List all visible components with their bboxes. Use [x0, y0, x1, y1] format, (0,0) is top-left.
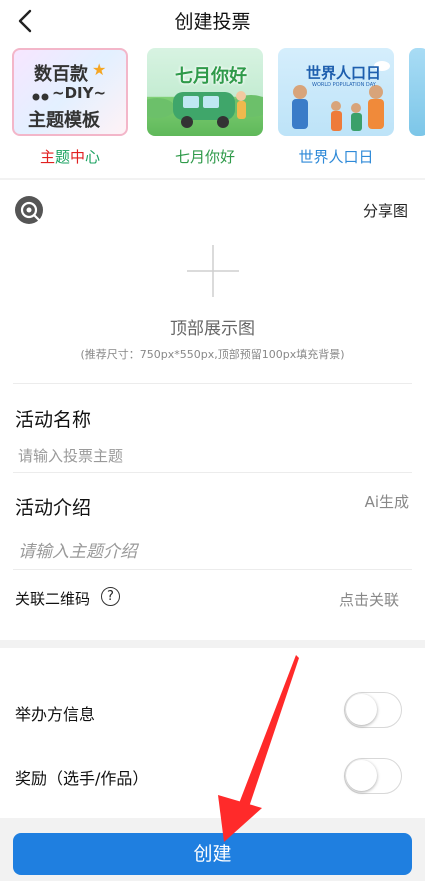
divider — [13, 569, 412, 570]
template-strip[interactable]: 数百款 ★ ~DIY~ 主题模板 七月你好 世界人口日 WORLD POPULA… — [0, 40, 425, 178]
label-char: 心 — [85, 148, 101, 166]
thumb-population-sub: WORLD POPULATION DAY — [312, 82, 376, 88]
template-label-population-day[interactable]: 世界人口日 — [271, 146, 401, 167]
settings-card: 举办方信息 奖励（选手/作品） — [0, 648, 425, 818]
thumb-line-3: 主题模板 — [28, 110, 100, 131]
create-button[interactable]: 创建 — [13, 833, 412, 875]
organizer-toggle[interactable] — [344, 692, 402, 728]
template-thumb-population-day[interactable]: 世界人口日 WORLD POPULATION DAY — [278, 48, 394, 136]
toggle-knob — [346, 760, 377, 791]
organizer-label: 举办方信息 — [15, 705, 96, 724]
thumb-population-title: 世界人口日 — [306, 64, 382, 82]
page-title: 创建投票 — [174, 11, 251, 33]
template-thumb-theme-center[interactable]: 数百款 ★ ~DIY~ 主题模板 — [12, 48, 128, 136]
help-icon-glyph: ? — [107, 589, 114, 604]
header: 创建投票 — [0, 0, 425, 40]
share-image-button[interactable]: 分享图 — [363, 200, 408, 221]
qrcode-label: 关联二维码 — [15, 590, 91, 608]
thumb-line-1: 数百款 — [34, 64, 88, 85]
thumb-line-2: ~DIY~ — [52, 84, 107, 102]
activity-name-label: 活动名称 — [15, 409, 92, 431]
activity-intro-input[interactable]: 请输入主题介绍 — [18, 537, 408, 562]
eyes-icon — [32, 87, 50, 106]
upload-hint: (推荐尺寸：750px*550px,顶部预留100px填充背景) — [80, 348, 345, 361]
ai-generate-button[interactable]: Ai生成 — [365, 491, 409, 512]
share-image-icon[interactable] — [14, 195, 44, 229]
template-label-theme-center[interactable]: 主题中心 — [5, 146, 135, 167]
divider — [13, 472, 412, 473]
divider — [13, 383, 412, 384]
upload-area[interactable]: 顶部展示图 (推荐尺寸：750px*550px,顶部预留100px填充背景) — [13, 230, 412, 380]
form-card: 分享图 顶部展示图 (推荐尺寸：750px*550px,顶部预留100px填充背… — [0, 180, 425, 640]
label-char: 主 — [39, 148, 55, 166]
label-char: 中 — [70, 148, 86, 166]
template-thumb-july[interactable]: 七月你好 — [147, 48, 263, 136]
plus-icon — [187, 245, 239, 297]
sparkle-icon: ★ — [92, 60, 107, 79]
reward-label: 奖励（选手/作品） — [15, 769, 149, 788]
activity-intro-label: 活动介绍 — [15, 497, 92, 519]
reward-toggle[interactable] — [344, 758, 402, 794]
link-qrcode-button[interactable]: 点击关联 — [339, 589, 399, 610]
template-thumb-more[interactable] — [409, 48, 425, 136]
template-label-july[interactable]: 七月你好 — [140, 146, 270, 167]
thumb-july-title: 七月你好 — [175, 66, 247, 87]
activity-name-input[interactable]: 请输入投票主题 — [18, 445, 408, 466]
help-icon[interactable]: ? — [101, 587, 120, 606]
label-char: 题 — [54, 148, 70, 166]
upload-title: 顶部展示图 — [170, 319, 255, 339]
toggle-knob — [346, 694, 377, 725]
